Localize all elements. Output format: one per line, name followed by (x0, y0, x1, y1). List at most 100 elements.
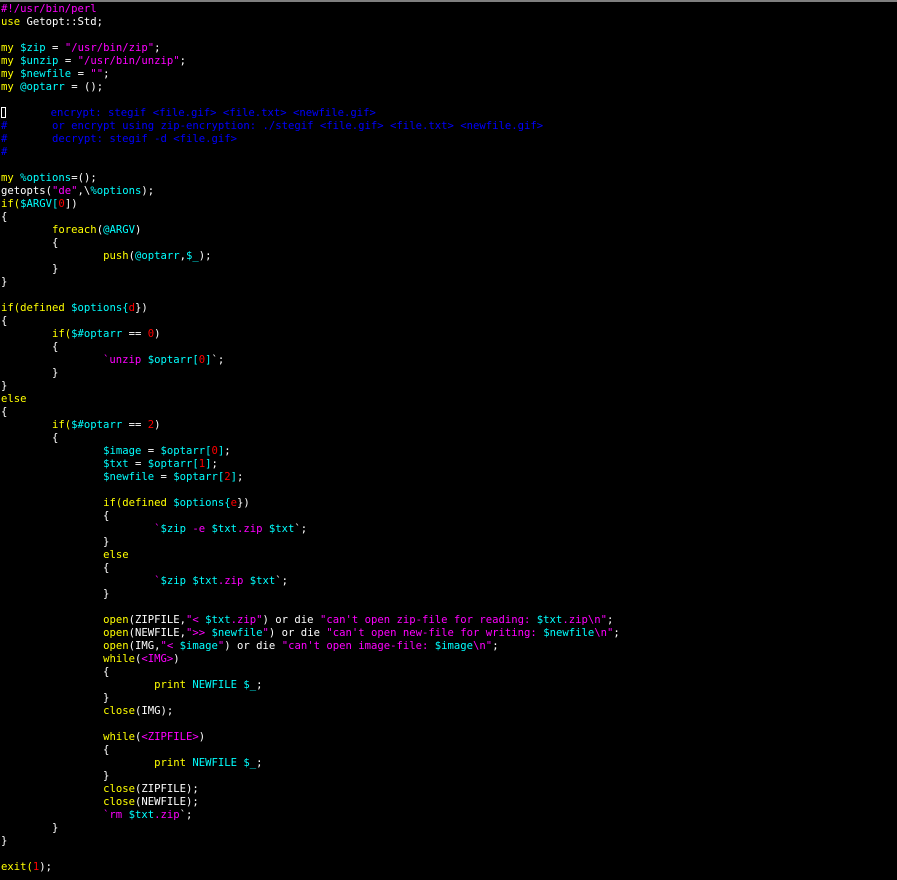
code-token-text: ; (492, 640, 499, 652)
code-token-variable: $#optarr (71, 419, 123, 431)
code-token-variable: $txt (205, 614, 231, 626)
code-token-variable: $newfile (103, 471, 155, 483)
code-line: { (1, 744, 895, 757)
code-token-comment: # or encrypt using zip-encryption: ./ste… (1, 120, 544, 132)
code-token-variable: @ARGV (103, 224, 135, 236)
code-token-text: ,\ (77, 185, 91, 197)
code-token-string: .zip (217, 575, 250, 587)
code-token-text: { (1, 666, 110, 678)
code-line: } (1, 822, 895, 835)
code-token-text: `; (211, 354, 225, 366)
code-token-keyword: if( (52, 419, 72, 431)
code-token-string: ">> (185, 627, 212, 639)
code-token-text: { (1, 432, 59, 444)
code-token-text: ); (39, 861, 53, 873)
code-line: my $newfile = ""; (1, 68, 895, 81)
code-token-text: (NEWFILE); (134, 796, 199, 808)
code-token-keyword: if(defined (1, 302, 65, 314)
code-line: while(<ZIPFILE>) (1, 731, 895, 744)
code-line: { (1, 666, 895, 679)
code-line: } (1, 276, 895, 289)
code-line: my $unzip = "/usr/bin/unzip"; (1, 55, 895, 68)
code-token-text: ) (154, 419, 161, 431)
code-token-string: "/usr/bin/unzip" (77, 55, 180, 67)
code-token-keyword: push (103, 250, 129, 262)
code-token-string: "de" (52, 185, 78, 197)
code-token-keyword: my (1, 55, 14, 67)
code-token-keyword: while (103, 653, 135, 665)
code-token-keyword: print (154, 757, 186, 769)
code-token-text: (IMG); (134, 705, 174, 717)
code-token-variable: $#optarr (71, 328, 123, 340)
code-token-string: "can't open new-file for writing: (326, 627, 544, 639)
code-line: } (1, 536, 895, 549)
code-token-keyword: my (1, 68, 14, 80)
code-token-string: `rm (1, 809, 129, 821)
code-token-comment: # decrypt: stegif -d <file.gif> (1, 133, 237, 145)
code-token-text: ; (256, 679, 263, 691)
code-token-string: .zip (237, 523, 269, 535)
code-token-keyword: close (103, 705, 135, 717)
code-token-text: ; (256, 757, 263, 769)
code-token-text: { (1, 211, 8, 223)
code-token-text: `; (179, 809, 193, 821)
code-token-text: }) (237, 497, 250, 509)
code-token-keyword: foreach (52, 224, 97, 236)
code-line: { (1, 432, 895, 445)
code-line: { (1, 510, 895, 523)
code-token-text: ; (211, 458, 218, 470)
code-token-variable: NEWFILE (192, 757, 238, 769)
code-token-string: -e (185, 523, 212, 535)
code-line: close(ZIPFILE); (1, 783, 895, 796)
code-token-variable: $options{ (71, 302, 129, 314)
code-line: `unzip $optarr[0]`; (1, 354, 895, 367)
code-editor-buffer[interactable]: #!/usr/bin/perl use Getopt::Std; my $zip … (1, 3, 895, 880)
code-line: $image = $optarr[0]; (1, 445, 895, 458)
code-token-text: } (1, 536, 110, 548)
code-token-string: #!/usr/bin/perl (1, 3, 97, 15)
code-line: { (1, 562, 895, 575)
code-token-keyword: exit( (1, 861, 33, 873)
code-line: else (1, 393, 895, 406)
code-line: if($#optarr == 2) (1, 419, 895, 432)
code-token-text: (ZIPFILE, (128, 614, 186, 626)
code-token-keyword: my (1, 42, 14, 54)
code-token-keyword: close (103, 796, 135, 808)
code-token-variable: $_ (243, 757, 257, 769)
code-token-variable: NEWFILE (192, 679, 238, 691)
code-token-text: ); (198, 250, 212, 262)
code-token-variable: $zip (160, 523, 186, 535)
code-token-text: ; (606, 614, 614, 626)
terminal-top-border (0, 0, 897, 2)
code-line: if(defined $options{e}) (1, 497, 895, 510)
code-token-text: ) or die (262, 614, 320, 626)
code-token-keyword: use (1, 16, 21, 28)
code-token-variable: $newfile (211, 627, 263, 639)
code-line: } (1, 367, 895, 380)
code-token-variable: $_ (243, 679, 257, 691)
code-token-variable: $image (179, 640, 218, 652)
code-token-text: = (154, 471, 174, 483)
code-token-string: <IMG> (141, 653, 174, 665)
code-token-variable: $optarr[ (147, 354, 199, 366)
code-token-string: \n" (473, 640, 493, 652)
code-token-variable: $zip (160, 575, 186, 587)
code-token-text: == (122, 328, 148, 340)
code-token-keyword: else (1, 393, 27, 405)
code-token-variable: $ARGV[ (20, 198, 59, 210)
code-token-text: ]) (64, 198, 78, 210)
code-token-text: ; (179, 55, 187, 67)
code-token-string: "< (185, 614, 206, 626)
